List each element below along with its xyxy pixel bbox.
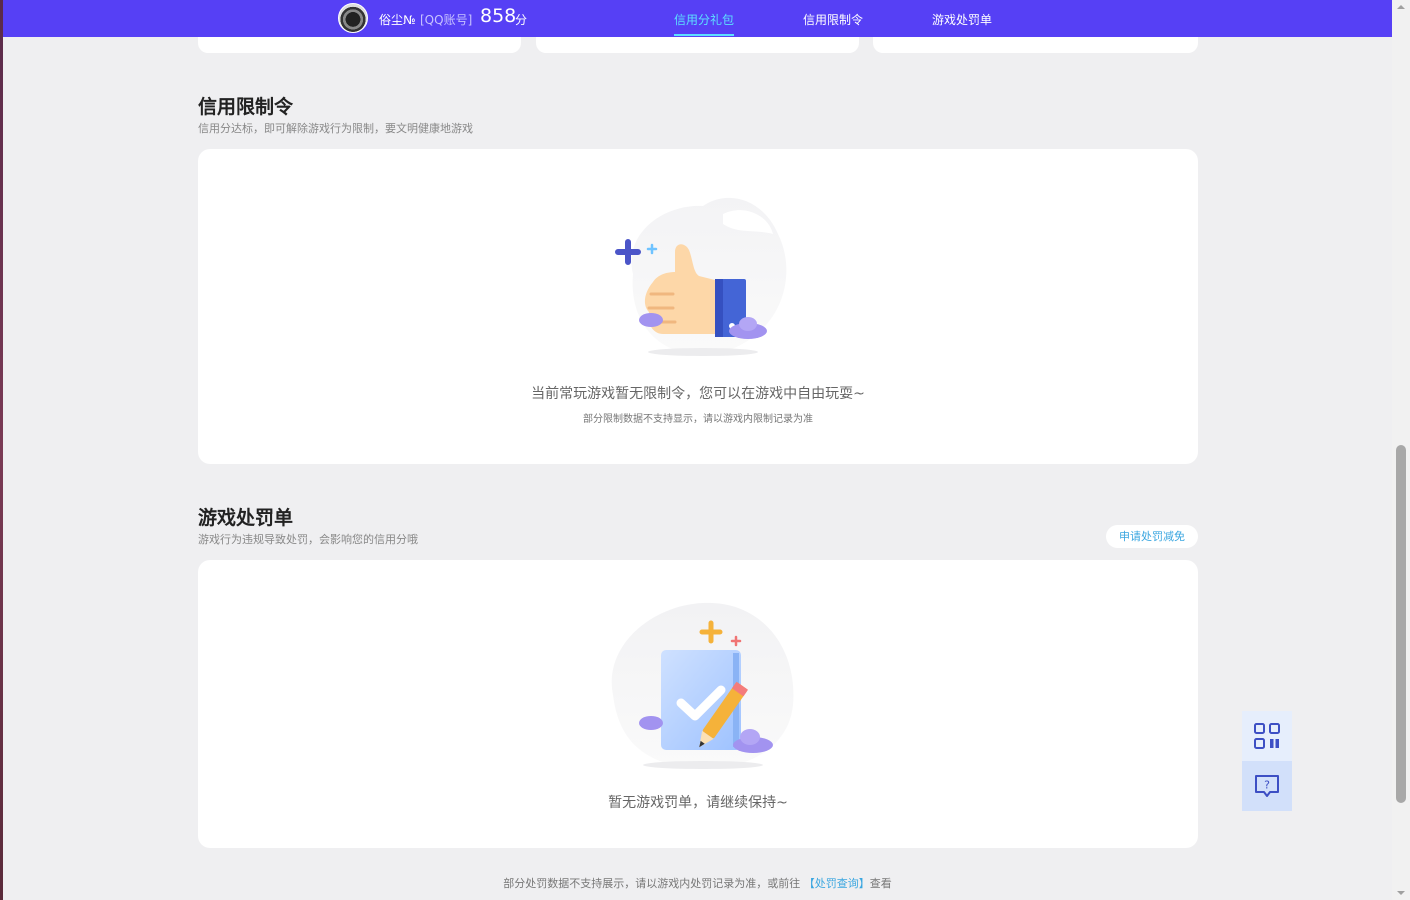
credit-score-unit: 分 bbox=[515, 13, 528, 27]
penalty-section-subtitle: 游戏行为违规导致处罚，会影响您的信用分哦 bbox=[198, 533, 418, 546]
apply-penalty-reduction-button[interactable]: 申请处罚减免 bbox=[1106, 525, 1198, 548]
footer-note-suffix: 查看 bbox=[869, 877, 892, 890]
restriction-section-title: 信用限制令 bbox=[198, 96, 294, 118]
qr-code-button[interactable] bbox=[1242, 711, 1292, 761]
restriction-section-subtitle: 信用分达标，即可解除游戏行为限制，要文明健康地游戏 bbox=[198, 122, 473, 135]
account-type-label: [QQ账号] bbox=[420, 13, 473, 27]
qr-code-icon bbox=[1254, 723, 1280, 749]
scrollbar-thumb[interactable] bbox=[1396, 445, 1406, 803]
page: 俗尘№ [QQ账号] 858 分 信用分礼包 信用限制令 游戏处罚单 信用限制令… bbox=[3, 0, 1392, 900]
scroll-down-arrow-icon[interactable] bbox=[1396, 889, 1406, 897]
footer-note-text: 部分处罚数据不支持展示，请以游戏内处罚记录为准，或前往 bbox=[503, 877, 801, 890]
tab-credit-gift[interactable]: 信用分礼包 bbox=[674, 11, 734, 28]
penalty-empty-message: 暂无游戏罚单，请继续保持~ bbox=[608, 795, 788, 811]
avatar[interactable] bbox=[338, 3, 368, 33]
feedback-question-icon: ? bbox=[1255, 775, 1279, 797]
penalty-query-link[interactable]: 【处罚查询】 bbox=[804, 877, 870, 890]
thumbs-up-illustration bbox=[615, 197, 787, 356]
penalty-section-title: 游戏处罚单 bbox=[198, 507, 294, 529]
penalty-card: 暂无游戏罚单，请继续保持~ bbox=[198, 560, 1198, 848]
credit-score: 858 bbox=[480, 5, 517, 27]
active-tab-indicator bbox=[674, 34, 734, 36]
tab-credit-restriction[interactable]: 信用限制令 bbox=[803, 11, 863, 28]
tab-game-penalty[interactable]: 游戏处罚单 bbox=[932, 11, 992, 28]
penalty-checklist-illustration bbox=[611, 602, 794, 769]
footer-note: 部分处罚数据不支持展示，请以游戏内处罚记录为准，或前往 【处罚查询】查看 bbox=[3, 875, 1392, 891]
restriction-empty-note: 部分限制数据不支持显示，请以游戏内限制记录为准 bbox=[583, 414, 813, 425]
restriction-empty-message: 当前常玩游戏暂无限制令，您可以在游戏中自由玩耍~ bbox=[531, 386, 865, 402]
top-nav-bar: 俗尘№ [QQ账号] 858 分 信用分礼包 信用限制令 游戏处罚单 bbox=[3, 0, 1392, 37]
restriction-card: 当前常玩游戏暂无限制令，您可以在游戏中自由玩耍~ 部分限制数据不支持显示，请以游… bbox=[198, 149, 1198, 464]
svg-text:?: ? bbox=[1264, 779, 1270, 792]
feedback-button[interactable]: ? bbox=[1242, 761, 1292, 811]
scroll-up-arrow-icon[interactable] bbox=[1396, 3, 1406, 11]
user-name: 俗尘№ bbox=[379, 13, 416, 27]
